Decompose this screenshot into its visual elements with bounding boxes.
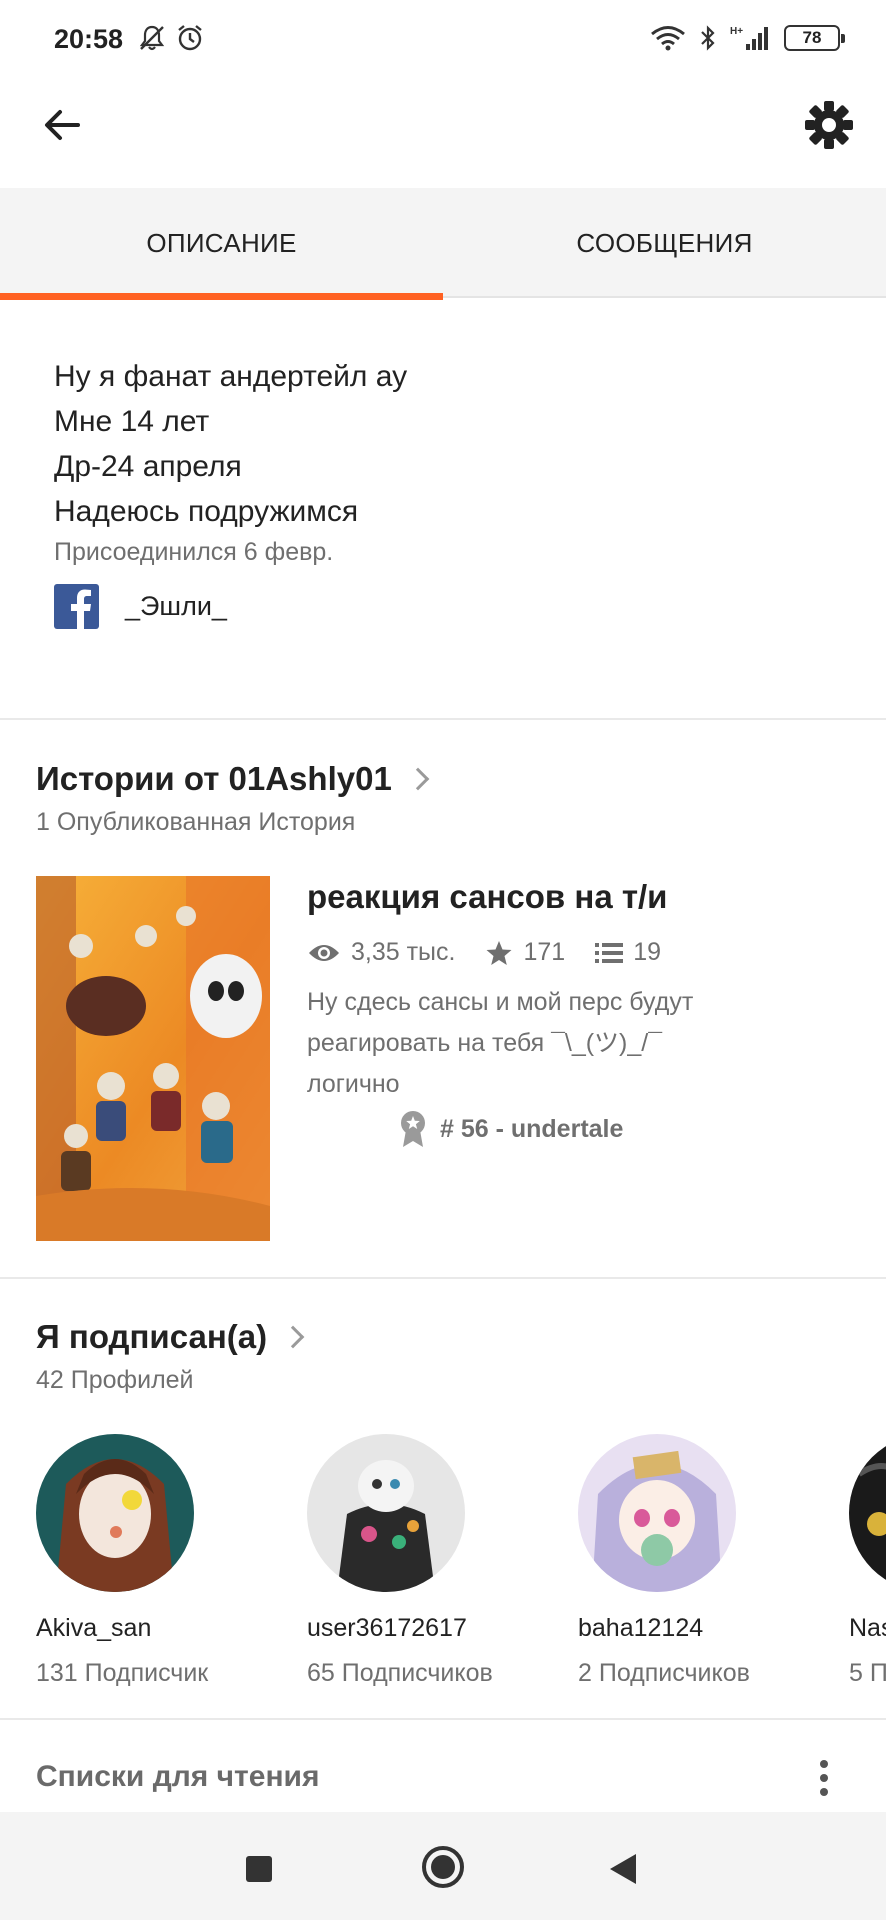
home-button[interactable] bbox=[422, 1846, 464, 1888]
signal-icon: H+ bbox=[730, 26, 768, 50]
avatar bbox=[307, 1434, 465, 1592]
description-line: Мне 14 лет bbox=[54, 405, 210, 438]
chevron-right-icon bbox=[406, 767, 430, 791]
recent-apps-button[interactable] bbox=[246, 1856, 272, 1882]
settings-button[interactable] bbox=[802, 98, 856, 152]
profile-card[interactable]: Akiva_san 131 Подписчик bbox=[36, 1434, 276, 1688]
chevron-right-icon bbox=[281, 1325, 305, 1349]
divider bbox=[0, 1277, 886, 1279]
facebook-name: _Эшли_ bbox=[125, 591, 227, 621]
top-app-bar bbox=[0, 80, 886, 188]
system-nav-bar bbox=[0, 1812, 886, 1920]
profile-name: Akiva_san bbox=[36, 1614, 152, 1642]
mute-notifications-icon bbox=[139, 25, 165, 51]
tab-messages-label: СООБЩЕНИЯ bbox=[576, 227, 753, 258]
avatar bbox=[849, 1434, 886, 1592]
battery-indicator: 78 bbox=[784, 25, 845, 51]
story-title[interactable]: реакция сансов на т/и bbox=[307, 878, 667, 916]
wifi-icon bbox=[651, 26, 685, 51]
system-back-button[interactable] bbox=[610, 1854, 636, 1884]
profile-tabs: ОПИСАНИЕ СООБЩЕНИЯ bbox=[0, 188, 886, 300]
profile-followers: 2 Подписчиков bbox=[578, 1659, 750, 1687]
story-views: 3,35 тыс. bbox=[351, 938, 456, 966]
tab-messages[interactable]: СООБЩЕНИЯ bbox=[443, 188, 886, 298]
star-icon bbox=[486, 940, 512, 965]
active-tab-indicator bbox=[0, 293, 443, 300]
following-count: 42 Профилей bbox=[36, 1366, 194, 1394]
more-vertical-icon bbox=[820, 1760, 828, 1796]
tab-description-label: ОПИСАНИЕ bbox=[146, 227, 297, 258]
divider bbox=[0, 1718, 886, 1720]
profile-card[interactable]: user36172617 65 Подписчиков bbox=[307, 1434, 547, 1688]
reading-lists-title[interactable]: Списки для чтения bbox=[36, 1760, 320, 1794]
status-bar: 20:58 H+ 78 bbox=[0, 0, 886, 80]
facebook-icon bbox=[54, 584, 99, 629]
profile-followers: 65 Подписчиков bbox=[307, 1659, 493, 1687]
description-line: Др-24 апреля bbox=[54, 450, 242, 483]
arrow-left-icon bbox=[45, 110, 80, 140]
story-rank-label: # 56 - undertale bbox=[440, 1114, 624, 1143]
profile-name: user36172617 bbox=[307, 1614, 467, 1642]
joined-date: Присоединился 6 февр. bbox=[54, 538, 334, 566]
stories-title: Истории от 01Ashly01 bbox=[36, 760, 392, 797]
story-parts: 19 bbox=[633, 938, 661, 966]
svg-text:H+: H+ bbox=[730, 26, 743, 37]
description-line: Ну я фанат андертейл ау bbox=[54, 360, 408, 393]
stories-count: 1 Опубликованная История bbox=[36, 808, 356, 836]
story-description: Ну сдесь сансы и мой перс будут реагиров… bbox=[307, 988, 694, 1098]
list-icon bbox=[595, 942, 624, 963]
following-title: Я подписан(а) bbox=[36, 1318, 268, 1355]
facebook-link[interactable]: _Эшли_ bbox=[54, 584, 227, 629]
profile-followers: 5 П bbox=[849, 1659, 886, 1687]
tab-description[interactable]: ОПИСАНИЕ bbox=[0, 188, 443, 300]
story-rank[interactable]: # 56 - undertale bbox=[398, 1110, 623, 1148]
profile-description: Ну я фанат андертейл ау Мне 14 лет Др-24… bbox=[54, 354, 834, 567]
gear-icon bbox=[805, 101, 853, 149]
profile-name: baha12124 bbox=[578, 1614, 704, 1642]
eye-icon bbox=[309, 944, 339, 961]
stories-header[interactable]: Истории от 01Ashly01 bbox=[36, 760, 430, 798]
story-votes: 171 bbox=[523, 938, 566, 966]
description-line: Надеюсь подружимся bbox=[54, 495, 359, 528]
profile-card[interactable]: Nas 5 П bbox=[849, 1434, 886, 1688]
divider bbox=[0, 718, 886, 720]
ribbon-badge-icon bbox=[401, 1111, 425, 1147]
back-button[interactable] bbox=[38, 100, 88, 150]
story-cover[interactable] bbox=[36, 876, 270, 1241]
following-header[interactable]: Я подписан(а) bbox=[36, 1318, 305, 1356]
alarm-icon bbox=[178, 25, 202, 51]
following-profiles: Akiva_san 131 Подписчик user36172617 65 … bbox=[36, 1434, 886, 1694]
profile-card[interactable]: baha12124 2 Подписчиков bbox=[578, 1434, 818, 1688]
profile-followers: 131 Подписчик bbox=[36, 1659, 209, 1687]
bluetooth-icon bbox=[701, 25, 715, 51]
avatar bbox=[36, 1434, 194, 1592]
more-options-button[interactable] bbox=[814, 1758, 834, 1798]
status-time: 20:58 bbox=[54, 24, 124, 54]
avatar bbox=[578, 1434, 736, 1592]
story-stats: 3,35 тыс. 171 19 bbox=[307, 938, 691, 967]
profile-name: Nas bbox=[849, 1614, 886, 1642]
